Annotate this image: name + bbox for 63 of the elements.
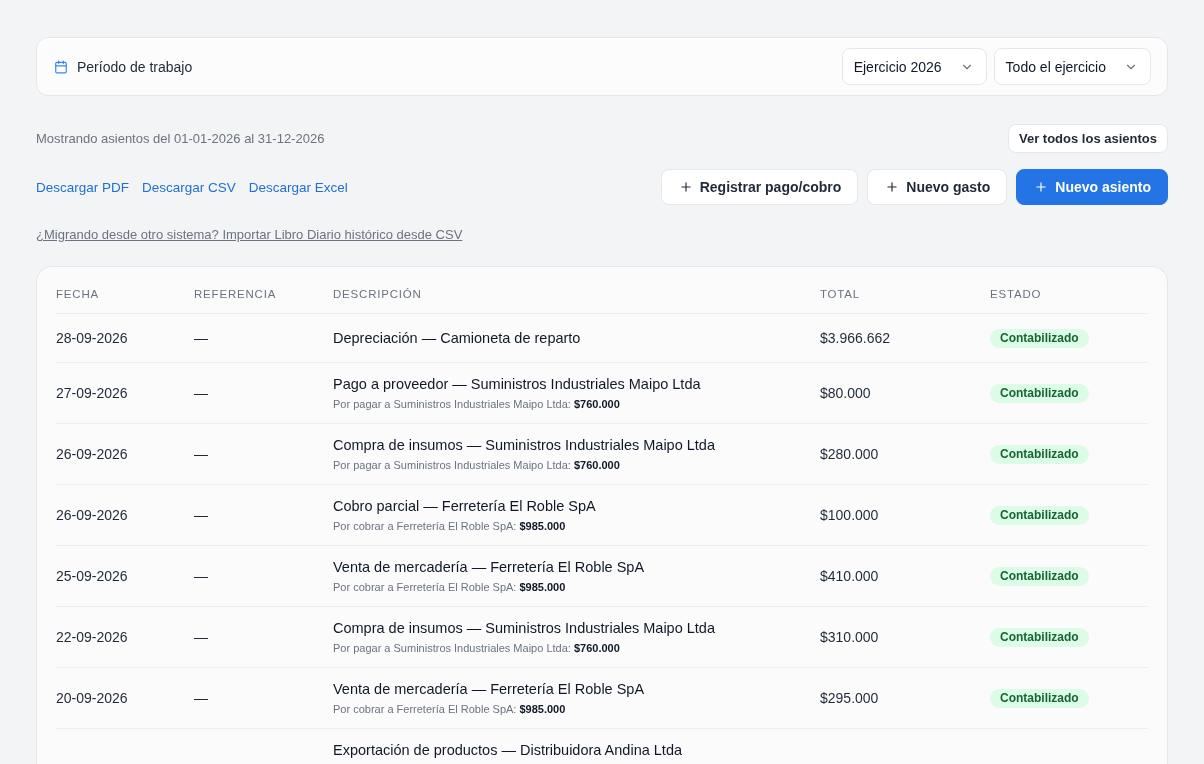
total-cell-text: $3.966.662 [820, 329, 891, 348]
total-cell-text: $410.000 [820, 567, 879, 586]
description-text: Pago a proveedor — Suministros Industriales Maipo Ltda [333, 375, 701, 394]
reference-cell-text: — [194, 384, 208, 403]
reference-cell-text: — [194, 329, 208, 348]
period-dropdown[interactable]: Todo el ejercicio [993, 48, 1151, 85]
plus-icon [885, 180, 900, 194]
description-text: Compra de insumos — Suministros Industriales Maipo Ltda [333, 619, 715, 638]
view-all-button[interactable]: Ver todos los asientos [1008, 124, 1168, 153]
status-badge: Contabilizado [990, 566, 1089, 586]
reference-cell-text: — [194, 506, 208, 525]
total-cell-text: $100.000 [820, 506, 879, 525]
balance-note: Por cobrar a Ferretería El Roble SpA: $985.000 [333, 702, 566, 717]
total-cell-text: $310.000 [820, 628, 879, 647]
download-link[interactable]: Descargar PDF [36, 179, 130, 195]
description-text: Cobro parcial — Ferretería El Roble SpA [333, 497, 596, 516]
date-range-summary: Mostrando asientos del 01-01-2026 al 31-12-2026 [36, 131, 325, 146]
status-badge: Contabilizado [990, 328, 1089, 348]
period-label: Período de trabajo [77, 58, 193, 75]
description-text: Exportación de productos — Distribuidora Andina Ltda [333, 741, 682, 760]
reference-cell-text: — [194, 628, 208, 647]
status-badge: Contabilizado [990, 627, 1089, 647]
date-cell-text: 25-09-2026 [56, 567, 128, 586]
balance-note: Por cobrar a Ferretería El Roble SpA: $985.000 [333, 580, 566, 595]
import-link[interactable]: ¿Migrando desde otro sistema? Importar Libro Diario histórico desde CSV [36, 227, 463, 243]
column-header: DESCRIPCIÓN [333, 287, 422, 301]
column-header: FECHA [56, 287, 99, 301]
date-cell-text: 20-09-2026 [56, 689, 128, 708]
status-badge: Contabilizado [990, 688, 1089, 708]
reference-cell-text: — [194, 567, 208, 586]
date-cell-text: 22-09-2026 [56, 628, 128, 647]
date-cell-text: 27-09-2026 [56, 384, 128, 403]
date-cell-text: 26-09-2026 [56, 506, 128, 525]
balance-note: Por pagar a Suministros Industriales Maipo Ltda: $760.000 [333, 458, 620, 473]
total-cell-text: $80.000 [820, 384, 871, 403]
plus-icon [1034, 180, 1049, 194]
reference-cell-text: — [194, 445, 208, 464]
date-cell-text: 26-09-2026 [56, 445, 128, 464]
column-header: TOTAL [820, 287, 861, 301]
balance-note: Por pagar a Suministros Industriales Maipo Ltda: $760.000 [333, 641, 620, 656]
description-text: Venta de mercadería — Ferretería El Roble SpA [333, 680, 645, 699]
date-cell-text: 28-09-2026 [56, 329, 128, 348]
status-badge: Contabilizado [990, 444, 1089, 464]
action-button[interactable]: Registrar pago/cobro [660, 169, 859, 205]
description-text: Compra de insumos — Suministros Industriales Maipo Ltda [333, 436, 715, 455]
balance-note: Por cobrar a Ferretería El Roble SpA: $985.000 [333, 519, 566, 534]
calendar-icon [54, 59, 68, 74]
balance-note: Por pagar a Suministros Industriales Maipo Ltda: $760.000 [333, 397, 620, 412]
download-link[interactable]: Descargar Excel [248, 179, 348, 195]
status-badge: Contabilizado [990, 505, 1089, 525]
total-cell-text: $280.000 [820, 445, 879, 464]
period-dropdown[interactable]: Ejercicio 2026 [841, 48, 987, 85]
description-text: Depreciación — Camioneta de reparto [333, 329, 581, 348]
download-link[interactable]: Descargar CSV [142, 179, 236, 195]
description-text: Venta de mercadería — Ferretería El Roble SpA [333, 558, 645, 577]
action-button[interactable]: Nuevo asiento [1016, 169, 1168, 205]
column-header: ESTADO [990, 287, 1042, 301]
total-cell-text: $295.000 [820, 689, 879, 708]
status-badge: Contabilizado [990, 383, 1089, 403]
reference-cell-text: — [194, 689, 208, 708]
plus-icon [678, 180, 693, 194]
column-header: REFERENCIA [194, 287, 277, 301]
action-button[interactable]: Nuevo gasto [867, 169, 1008, 205]
